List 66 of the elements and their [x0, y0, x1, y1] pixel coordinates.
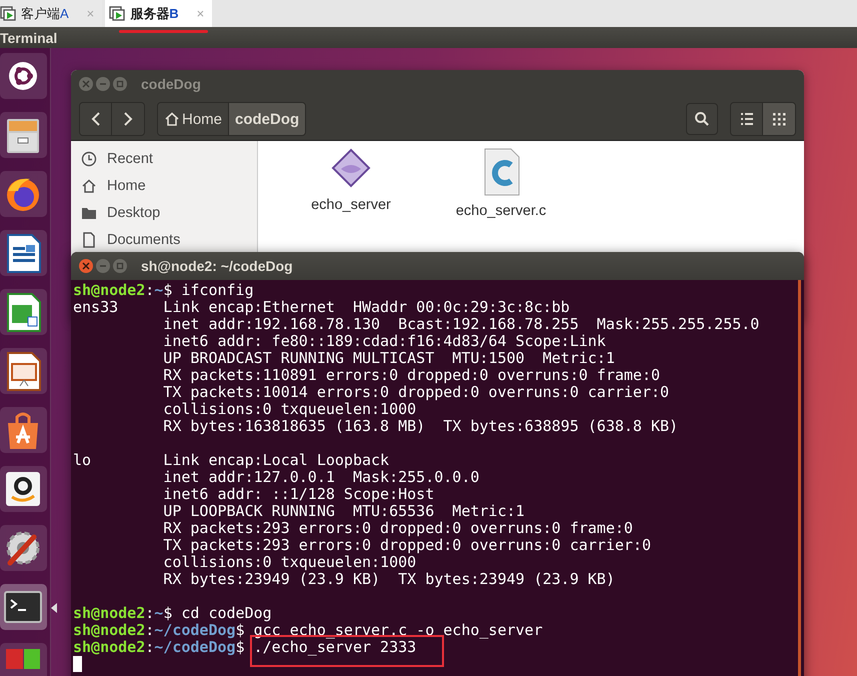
terminal-output: RX bytes:23949 (23.9 KB) TX bytes:23949 (23.9 KB) [162, 570, 615, 588]
grid-view-button[interactable] [763, 103, 795, 135]
maximize-icon [116, 80, 124, 88]
back-button[interactable] [80, 103, 112, 135]
command-text: ./echo_server 2333 [254, 638, 416, 656]
terminal-output: ens33 Link encap:Ethernet HWaddr 00:0c:29:3c:8c:bb [73, 298, 570, 316]
prompt-text: sh@node2:~$ [73, 604, 174, 622]
forward-button[interactable] [112, 103, 144, 135]
terminal-output: lo Link encap:Local Loopback [73, 451, 390, 469]
launcher-item[interactable] [0, 525, 47, 571]
terminal-output: RX packets:293 errors:0 dropped:0 overruns:0 frame:0 [162, 519, 633, 537]
launcher-item[interactable] [0, 466, 47, 512]
home-icon [81, 178, 97, 194]
window-title: sh@node2: ~/codeDog [141, 258, 293, 274]
search-icon [694, 111, 710, 127]
terminal-output: inet addr:127.0.0.1 Mask:255.0.0.0 [162, 468, 480, 486]
search-button[interactable] [686, 103, 718, 135]
prompt-text: sh@node2:~$ [73, 281, 174, 299]
command-text: cd codeDog [181, 604, 272, 622]
sidebar-item[interactable]: Desktop [71, 199, 257, 226]
terminal-output: RX packets:110891 errors:0 dropped:0 overruns:0 frame:0 [162, 366, 660, 384]
list-view-button[interactable] [731, 103, 763, 135]
close-icon [82, 262, 90, 270]
launcher-item[interactable] [0, 230, 47, 276]
text-cursor [73, 656, 82, 672]
prompt-text: sh@node2:~/codeDog$ [73, 621, 245, 639]
window-play-icon [109, 6, 126, 21]
sidebar-item[interactable]: Documents [71, 226, 257, 253]
file-name[interactable]: echo_server.c [456, 203, 546, 219]
launcher-item[interactable] [0, 53, 47, 99]
window-play-icon [0, 6, 17, 21]
sidebar-item[interactable]: Home [71, 172, 257, 199]
terminal-output: inet addr:192.168.78.130 Bcast:192.168.78.255 Mask:255.255.255.0 [162, 315, 760, 333]
terminal-output: UP BROADCAST RUNNING MULTICAST MTU:1500 Metric:1 [162, 349, 615, 367]
terminal-output: TX packets:293 errors:0 dropped:0 overruns:0 carrier:0 [162, 536, 651, 554]
app-title: Terminal [0, 30, 58, 46]
terminal-output: RX bytes:163818635 (163.8 MB) TX bytes:638895 (638.8 KB) [162, 417, 678, 435]
close-button[interactable] [79, 259, 93, 273]
terminal-output: UP LOOPBACK RUNNING MTU:65536 Metric:1 [162, 502, 525, 520]
command-text: gcc echo_server.c -o echo_server [254, 621, 543, 639]
launcher-item[interactable] [0, 407, 47, 453]
file-name[interactable]: echo_server [311, 197, 391, 213]
path-button[interactable]: codeDog [229, 103, 306, 135]
launcher-item[interactable] [0, 348, 47, 394]
maximize-icon [116, 262, 124, 270]
launcher-item[interactable] [0, 171, 47, 217]
launcher-item[interactable] [0, 112, 47, 158]
close-icon [82, 80, 90, 88]
terminal-output: inet6 addr: fe80::189:cdad:f16:4d83/64 Scope:Link [162, 332, 606, 350]
terminal-output: inet6 addr: ::1/128 Scope:Host [162, 485, 434, 503]
window-title: codeDog [141, 76, 201, 92]
terminal-output: collisions:0 txqueuelen:1000 [162, 553, 416, 571]
prompt-text: sh@node2:~/codeDog$ [73, 638, 246, 656]
launcher-item[interactable] [0, 289, 47, 335]
grid-icon [771, 111, 787, 127]
document-icon [81, 232, 97, 248]
list-icon [738, 111, 754, 127]
path-button[interactable]: Home [158, 103, 230, 135]
terminal-output: collisions:0 txqueuelen:1000 [162, 400, 416, 418]
chevron-left-icon [90, 112, 100, 126]
terminal-output: TX packets:10014 errors:0 dropped:0 overruns:0 carrier:0 [162, 383, 670, 401]
chevron-right-icon [123, 112, 133, 126]
sidebar-item[interactable]: Recent [71, 145, 257, 172]
clock-icon [81, 150, 97, 166]
home-icon [164, 111, 180, 127]
command-text: ifconfig [181, 281, 254, 299]
